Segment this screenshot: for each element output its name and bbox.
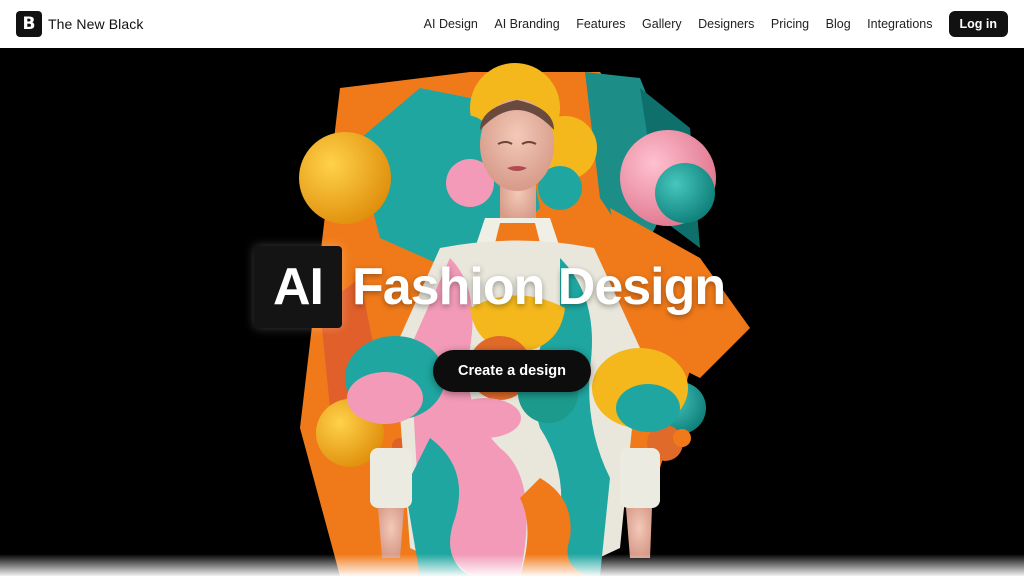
- brand-link[interactable]: B The New Black: [16, 11, 143, 37]
- brand-logo-icon: B: [16, 11, 42, 37]
- nav-link-gallery[interactable]: Gallery: [642, 17, 682, 31]
- hero-section: AI Fashion Design Create a design: [0, 48, 1024, 576]
- nav-link-features[interactable]: Features: [576, 17, 625, 31]
- brand-name: The New Black: [48, 16, 144, 32]
- headline-text: Fashion Design: [352, 258, 726, 316]
- nav-link-pricing[interactable]: Pricing: [771, 17, 809, 31]
- create-design-button[interactable]: Create a design: [433, 350, 591, 392]
- nav-link-designers[interactable]: Designers: [698, 17, 754, 31]
- nav-link-blog[interactable]: Blog: [826, 17, 851, 31]
- nav-link-integrations[interactable]: Integrations: [867, 17, 932, 31]
- nav-links: AI Design AI Branding Features Gallery D…: [407, 11, 1008, 37]
- nav-link-ai-branding[interactable]: AI Branding: [494, 17, 559, 31]
- nav-link-ai-design[interactable]: AI Design: [424, 17, 478, 31]
- hero-bottom-fade: [0, 554, 1024, 576]
- top-navbar: B The New Black AI Design AI Branding Fe…: [0, 0, 1024, 48]
- headline-badge: AI: [254, 246, 342, 328]
- login-button[interactable]: Log in: [948, 11, 1008, 37]
- hero-headline: AI Fashion Design: [254, 246, 726, 328]
